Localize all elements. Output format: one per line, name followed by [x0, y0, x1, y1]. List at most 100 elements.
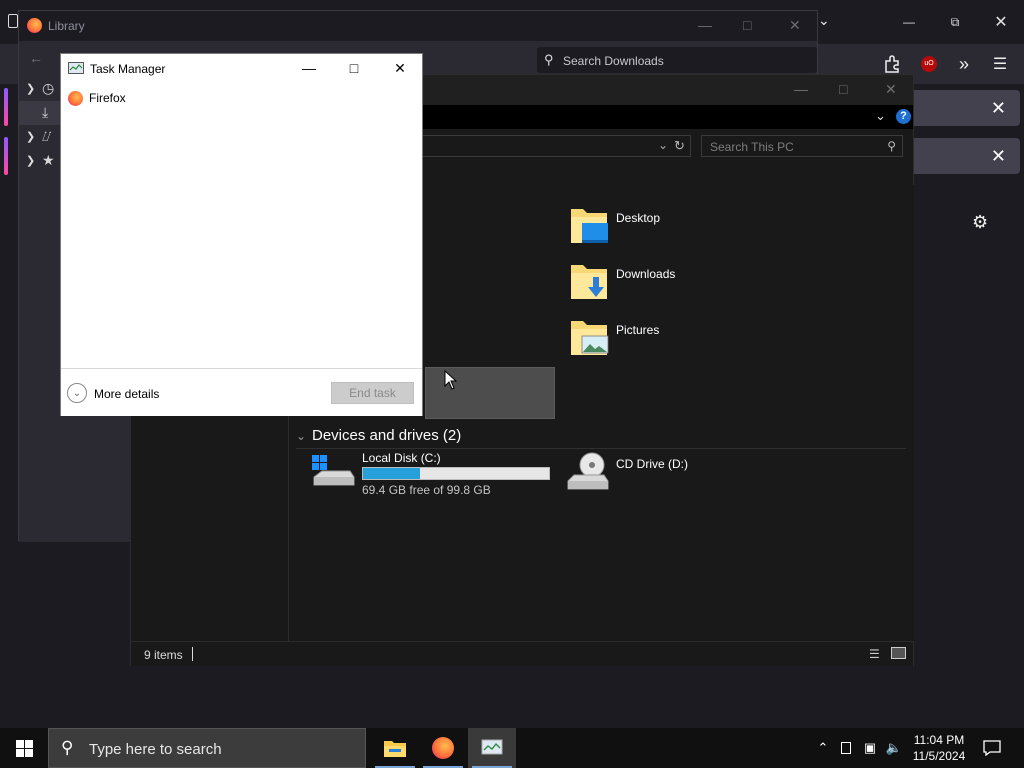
- drive-local-disk-c[interactable]: Local Disk (C:) 69.4 GB free of 99.8 GB: [310, 451, 570, 501]
- mouse-cursor-icon: [444, 370, 458, 390]
- chevron-down-icon: ⌄: [67, 383, 87, 403]
- tm-maximize-button[interactable]: □: [339, 60, 369, 76]
- firefox-logo-icon: [27, 18, 42, 33]
- disk-usage-bar: [362, 467, 550, 480]
- library-maximize-button[interactable]: □: [743, 17, 751, 33]
- status-divider: [192, 647, 193, 661]
- ublock-origin-icon[interactable]: uO: [917, 52, 941, 76]
- folder-label: Desktop: [616, 211, 661, 225]
- volume-muted-icon[interactable]: 🔈: [884, 728, 904, 768]
- notification-bar: ✕: [900, 90, 1020, 126]
- address-dropdown-chevron-icon[interactable]: ⌄: [658, 138, 668, 152]
- task-manager-title: Task Manager: [90, 62, 166, 76]
- more-details-label: More details: [94, 387, 160, 401]
- folder-downloads[interactable]: Downloads: [570, 261, 770, 309]
- clock-date: 11/5/2024: [912, 749, 966, 763]
- file-explorer-icon: [384, 741, 406, 757]
- drive-cd-d[interactable]: CD Drive (D:): [564, 451, 744, 501]
- devices-header-label: Devices and drives (2): [312, 427, 462, 444]
- explorer-maximize-button[interactable]: □: [839, 81, 847, 97]
- app-menu-icon[interactable]: ☰: [988, 52, 1012, 76]
- cd-drive-label: CD Drive (D:): [616, 457, 688, 471]
- folder-desktop[interactable]: Desktop: [570, 205, 770, 253]
- firefox-close-button[interactable]: ✕: [978, 8, 1024, 36]
- notification-stripe: [4, 88, 8, 126]
- firefox-restore-button[interactable]: ⧉: [932, 8, 978, 36]
- app-name: Firefox: [89, 91, 126, 105]
- folder-label: Downloads: [616, 267, 676, 281]
- show-hidden-icons-chevron-icon[interactable]: ⌃: [812, 728, 834, 768]
- library-search-placeholder: Search Downloads: [563, 54, 664, 68]
- devices-and-drives-header[interactable]: ⌄ Devices and drives (2): [296, 427, 906, 449]
- taskbar-firefox[interactable]: [419, 728, 467, 768]
- taskbar-file-explorer[interactable]: [371, 728, 419, 768]
- close-icon[interactable]: ✕: [991, 98, 1006, 119]
- chevron-right-icon[interactable]: ❯: [26, 154, 35, 167]
- folder-label: Pictures: [616, 323, 660, 337]
- taskbar-task-manager[interactable]: [468, 728, 516, 768]
- tab-icon[interactable]: [8, 14, 18, 28]
- start-button[interactable]: [0, 728, 48, 768]
- search-icon: ⚲: [544, 52, 554, 67]
- chevron-down-icon[interactable]: ⌄: [296, 429, 306, 443]
- folder-pictures[interactable]: Pictures: [570, 317, 770, 365]
- large-icons-view-icon[interactable]: [891, 647, 906, 659]
- disk-usage-fill: [363, 468, 420, 479]
- local-disk-icon: [312, 455, 355, 486]
- pictures-folder-icon: [571, 321, 609, 355]
- explorer-minimize-button[interactable]: —: [794, 81, 808, 97]
- search-icon: ⚲: [887, 139, 896, 153]
- firefox-logo-icon: [68, 91, 83, 106]
- local-disk-label: Local Disk (C:): [362, 451, 441, 465]
- taskbar-clock[interactable]: 11:04 PM 11/5/2024: [908, 732, 970, 764]
- search-this-pc-placeholder: Search This PC: [710, 140, 794, 154]
- taskbar-search-box[interactable]: ⚲ Type here to search: [48, 728, 366, 768]
- chevron-right-icon[interactable]: ❯: [26, 130, 35, 143]
- downloads-folder-icon: [571, 265, 607, 299]
- help-icon[interactable]: ?: [896, 109, 911, 124]
- star-icon: ★: [42, 152, 55, 168]
- refresh-icon[interactable]: ↻: [674, 138, 685, 154]
- task-manager-footer: ⌄ More details End task: [61, 368, 422, 416]
- taskbar: ⚲ Type here to search ⌃ ▣ 🔈 11:04 PM 11/…: [0, 728, 1024, 768]
- expand-ribbon-chevron-icon[interactable]: ⌄: [875, 108, 886, 124]
- explorer-status-bar: 9 items ☰: [131, 641, 913, 666]
- network-icon[interactable]: ▣: [860, 728, 880, 768]
- library-minimize-button[interactable]: —: [698, 17, 712, 33]
- notification-stripe: [4, 137, 8, 175]
- tag-icon: ⌰: [42, 128, 52, 144]
- task-manager-icon: [68, 62, 84, 74]
- task-manager-icon: [481, 739, 503, 755]
- library-search-input[interactable]: ⚲ Search Downloads: [537, 47, 817, 73]
- notification-bar: ✕: [900, 138, 1020, 174]
- back-arrow-icon[interactable]: ←: [29, 50, 43, 66]
- task-manager-window: Task Manager — □ ✕ Firefox ⌄ More detail…: [60, 53, 423, 416]
- end-task-button[interactable]: End task: [331, 382, 414, 404]
- settings-gear-icon[interactable]: ⚙: [972, 212, 988, 233]
- chevron-right-icon[interactable]: ❯: [26, 82, 35, 95]
- list-all-tabs-chevron-icon[interactable]: ⌄: [818, 12, 830, 29]
- tm-minimize-button[interactable]: —: [294, 60, 324, 76]
- tablet-mode-icon[interactable]: [836, 728, 856, 768]
- cd-drive-icon: [567, 452, 609, 490]
- overflow-menu-icon[interactable]: »: [952, 52, 976, 76]
- action-center-icon[interactable]: [978, 728, 1006, 768]
- details-view-icon[interactable]: ☰: [869, 647, 880, 661]
- library-close-button[interactable]: ✕: [789, 17, 801, 34]
- close-icon[interactable]: ✕: [991, 146, 1006, 167]
- library-title: Library: [48, 19, 85, 33]
- tm-close-button[interactable]: ✕: [385, 60, 415, 77]
- search-icon: ⚲: [61, 738, 74, 757]
- desktop-folder-icon: [571, 209, 608, 243]
- windows-logo-icon: [15, 739, 33, 757]
- library-titlebar: Library — □ ✕: [19, 11, 817, 41]
- explorer-close-button[interactable]: ✕: [885, 81, 897, 98]
- clock-time: 11:04 PM: [913, 733, 965, 747]
- firefox-minimize-button[interactable]: —: [886, 8, 932, 36]
- search-this-pc-input[interactable]: Search This PC ⚲: [701, 135, 903, 157]
- extensions-icon[interactable]: [880, 52, 904, 76]
- item-count: 9 items: [144, 648, 183, 662]
- taskbar-search-placeholder: Type here to search: [89, 741, 222, 758]
- app-row-firefox[interactable]: Firefox: [61, 87, 422, 109]
- download-icon: ⤓: [42, 104, 49, 120]
